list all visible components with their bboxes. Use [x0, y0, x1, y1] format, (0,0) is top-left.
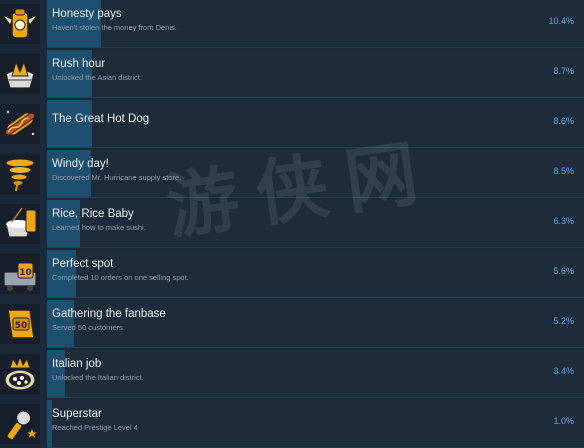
achievement-row: Honesty pays Haven't stolen the money fro…: [0, 0, 584, 48]
achievement-title: Italian job: [52, 358, 102, 370]
achievement-title: The Great Hot Dog: [52, 113, 150, 125]
achievement-description: Discovered Mr. Hurricane supply store.: [52, 173, 182, 182]
achievement-description: Learned how to make sushi.: [52, 223, 146, 232]
achievement-description: Reached Prestige Level 4: [52, 423, 138, 432]
svg-text:50: 50: [15, 321, 28, 331]
achievement-progress-bar: Honesty pays Haven't stolen the money fro…: [47, 0, 584, 48]
achievement-row: 10 Perfect spot Completed 10 orders on one…: [0, 250, 584, 298]
tornado-icon: [0, 154, 40, 194]
achievement-row: 50 Gathering the fanbase Served 50 custome…: [0, 300, 584, 348]
achievement-list: Honesty pays Haven't stolen the money fro…: [0, 0, 584, 448]
achievement-percent: 6.3%: [553, 216, 574, 226]
rush-hour-icon: [0, 54, 40, 94]
achievement-row: Italian job Unlocked the Italian district…: [0, 350, 584, 398]
achievement-title: Rush hour: [52, 58, 106, 70]
achievement-percent: 5.6%: [553, 266, 574, 276]
pizza-crown-icon: [0, 354, 40, 394]
achievement-description: Served 50 customers.: [52, 323, 125, 332]
achievement-row: The Great Hot Dog 8.6%: [0, 100, 584, 148]
achievement-percent: 10.4%: [548, 16, 574, 26]
money-bag-icon: [0, 4, 40, 44]
achievement-description: Haven't stolen the money from Denis.: [52, 23, 177, 32]
achievement-progress-bar: The Great Hot Dog 8.6%: [47, 100, 584, 148]
achievement-description: Completed 10 orders on one selling spot.: [52, 273, 189, 282]
achievement-progress-bar: Gathering the fanbase Served 50 customers…: [47, 300, 584, 348]
achievement-progress-bar: Rush hour Unlocked the Asian district. 8.7…: [47, 50, 584, 98]
achievement-title: Gathering the fanbase: [52, 308, 166, 320]
achievement-title: Honesty pays: [52, 8, 122, 20]
achievement-description: Unlocked the Asian district.: [52, 73, 143, 82]
achievement-percent: 1.0%: [553, 416, 574, 426]
achievement-percent: 8.5%: [553, 166, 574, 176]
achievement-percent: 8.7%: [553, 66, 574, 76]
microphone-star-icon: [0, 404, 40, 444]
rice-bowl-icon: [0, 204, 40, 244]
achievement-percent: 5.2%: [553, 316, 574, 326]
achievement-progress-bar: Rice, Rice Baby Learned how to make sushi…: [47, 200, 584, 248]
achievement-title: Rice, Rice Baby: [52, 208, 134, 220]
achievement-progress-bar: Windy day! Discovered Mr. Hurricane suppl…: [47, 150, 584, 198]
achievement-row: Windy day! Discovered Mr. Hurricane suppl…: [0, 150, 584, 198]
achievement-title: Windy day!: [52, 158, 109, 170]
achievement-percent: 3.4%: [553, 366, 574, 376]
achievement-progress-bar: Italian job Unlocked the Italian district…: [47, 350, 584, 398]
achievement-row: Rice, Rice Baby Learned how to make sushi…: [0, 200, 584, 248]
achievement-progress-bar: Perfect spot Completed 10 orders on one s…: [47, 250, 584, 298]
achievement-title: Superstar: [52, 408, 102, 420]
achievement-title: Perfect spot: [52, 258, 114, 270]
hot-dog-icon: [0, 104, 40, 144]
achievement-percent: 8.6%: [553, 116, 574, 126]
achievement-row: Rush hour Unlocked the Asian district. 8.7…: [0, 50, 584, 98]
achievement-description: Unlocked the Italian district.: [52, 373, 144, 382]
badge-50-icon: 50: [0, 304, 40, 344]
svg-text:10: 10: [19, 268, 32, 278]
stand-10-icon: 10: [0, 254, 40, 294]
